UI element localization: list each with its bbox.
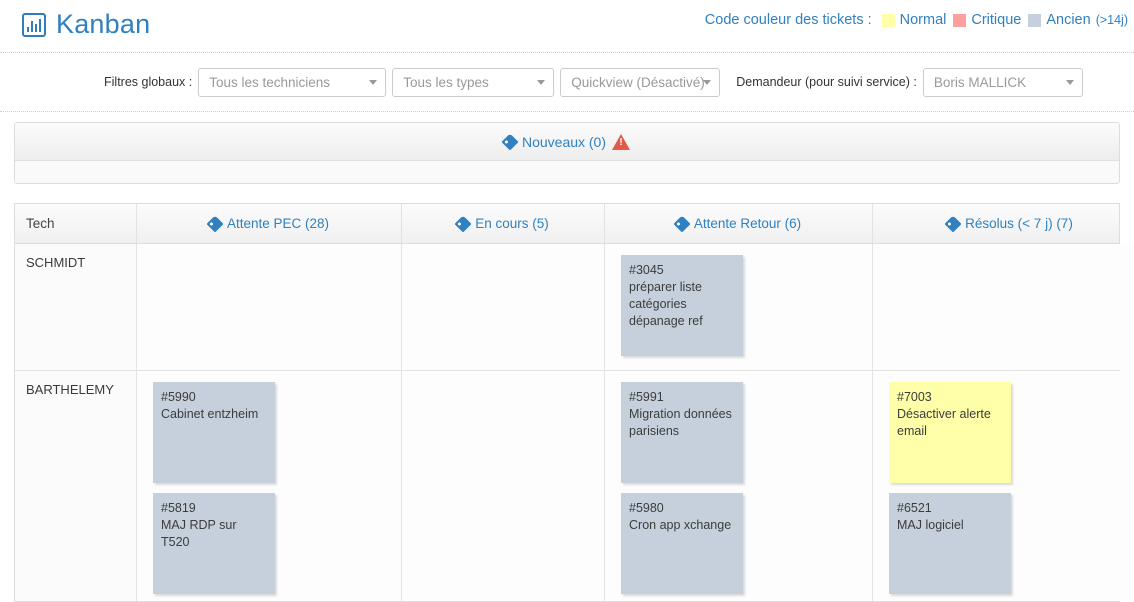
app-brand: Kanban — [22, 9, 150, 40]
technician-filter-select[interactable]: Tous les techniciens — [198, 67, 387, 97]
tech-name-cell: SCHMIDT — [15, 244, 137, 370]
cell-schmidt-attente-retour[interactable]: #3045 préparer liste catégories dépanage… — [605, 244, 873, 370]
type-filter-value: Tous les types — [403, 74, 489, 90]
ticket-card[interactable]: #5819 MAJ RDP sur T520 — [153, 493, 275, 594]
ticket-title: préparer liste catégories dépanage ref — [629, 280, 703, 328]
new-tickets-label: Nouveaux (0) — [521, 133, 607, 150]
cell-barthelemy-attente-retour[interactable]: #5991 Migration données parisiens #5980 … — [605, 371, 873, 601]
ticket-id: #5819 — [161, 501, 196, 515]
cell-barthelemy-attente-pec[interactable]: #5990 Cabinet entzheim #5819 MAJ RDP sur… — [137, 371, 402, 601]
tag-icon — [673, 215, 691, 232]
ticket-id: #5980 — [629, 501, 664, 515]
legend-text-ancien: Ancien — [1046, 12, 1091, 28]
chevron-down-icon — [537, 80, 546, 85]
legend-item-critique: Critique — [953, 12, 1021, 28]
type-filter-select[interactable]: Tous les types — [392, 67, 555, 97]
legend-item-normal: Normal — [881, 12, 947, 28]
ticket-card[interactable]: #7003 Désactiver alerte email — [889, 382, 1011, 483]
ticket-id: #3045 — [629, 263, 664, 277]
ticket-card[interactable]: #5990 Cabinet entzheim — [153, 382, 275, 483]
page-title: Kanban — [56, 9, 151, 39]
legend-text-critique: Critique — [971, 12, 1022, 28]
bar-chart-icon — [22, 12, 46, 37]
column-header-resolus-label: Résolus (< 7 j) (7) — [965, 216, 1073, 231]
column-header-tech-label: Tech — [26, 216, 55, 231]
cell-barthelemy-resolus[interactable]: #7003 Désactiver alerte email #6521 MAJ … — [873, 371, 1134, 601]
column-header-en-cours[interactable]: En cours (5) — [402, 204, 605, 243]
ticket-id: #7003 — [897, 390, 932, 404]
legend-swatch-critique — [953, 13, 967, 27]
column-header-attente-pec-label: Attente PEC (28) — [226, 216, 330, 231]
tag-icon — [501, 133, 519, 150]
cell-barthelemy-en-cours[interactable] — [402, 371, 605, 601]
ticket-title: Désactiver alerte email — [897, 407, 991, 438]
cell-schmidt-resolus[interactable] — [873, 244, 1134, 370]
chevron-down-icon — [1065, 80, 1074, 85]
column-header-attente-retour-label: Attente Retour (6) — [693, 216, 802, 231]
tag-icon — [206, 215, 224, 232]
column-header-attente-pec[interactable]: Attente PEC (28) — [137, 204, 402, 243]
requester-filter-select[interactable]: Boris MALLICK — [922, 67, 1083, 97]
legend-swatch-normal — [881, 13, 895, 27]
tag-icon — [454, 215, 472, 232]
ticket-card[interactable]: #6521 MAJ logiciel — [889, 493, 1011, 594]
tech-name: BARTHELEMY — [26, 382, 114, 397]
legend-item-ancien: Ancien (>14j) — [1028, 12, 1128, 28]
ticket-card[interactable]: #5991 Migration données parisiens — [621, 382, 743, 483]
warning-triangle-icon — [612, 133, 631, 150]
technician-filter-value: Tous les techniciens — [209, 74, 331, 90]
quickview-filter-select[interactable]: Quickview (Désactivé) — [560, 67, 721, 97]
requester-label: Demandeur (pour suivi service) : — [736, 75, 917, 89]
legend-swatch-ancien — [1028, 13, 1042, 27]
ticket-title: MAJ RDP sur T520 — [161, 518, 237, 549]
cell-schmidt-attente-pec[interactable] — [137, 244, 402, 370]
chevron-down-icon — [703, 80, 712, 85]
global-filters-bar: Filtres globaux : Tous les techniciens T… — [0, 53, 1134, 111]
column-header-attente-retour[interactable]: Attente Retour (6) — [605, 204, 873, 243]
table-row: BARTHELEMY #5990 Cabinet entzheim #5819 … — [15, 371, 1134, 601]
ticket-title: MAJ logiciel — [897, 518, 964, 532]
legend-text-ancien-suffix: (>14j) — [1095, 13, 1128, 27]
chevron-down-icon — [369, 80, 378, 85]
new-tickets-header[interactable]: Nouveaux (0) — [15, 123, 1119, 161]
divider-bottom — [0, 111, 1134, 112]
kanban-board: Tech Attente PEC (28) En cours (5) Atten… — [14, 203, 1134, 602]
app-header: Kanban Code couleur des tickets : Normal… — [0, 0, 1134, 52]
new-tickets-dropzone[interactable] — [15, 161, 1119, 183]
tech-name: SCHMIDT — [26, 255, 86, 270]
board-header-row: Tech Attente PEC (28) En cours (5) Atten… — [15, 204, 1119, 244]
legend-text-normal: Normal — [899, 12, 947, 28]
table-row: SCHMIDT #3045 préparer liste catégories … — [15, 244, 1134, 371]
cell-schmidt-en-cours[interactable] — [402, 244, 605, 370]
column-header-resolus[interactable]: Résolus (< 7 j) (7) — [873, 204, 1134, 243]
ticket-card[interactable]: #3045 préparer liste catégories dépanage… — [621, 255, 743, 356]
ticket-id: #6521 — [897, 501, 932, 515]
ticket-color-legend: Code couleur des tickets : Normal Critiq… — [705, 12, 1128, 28]
ticket-id: #5990 — [161, 390, 196, 404]
column-header-en-cours-label: En cours (5) — [475, 216, 549, 231]
quickview-filter-value: Quickview (Désactivé) — [571, 74, 705, 90]
column-header-tech: Tech — [15, 204, 137, 243]
filters-label: Filtres globaux : — [104, 75, 193, 89]
new-tickets-section: Nouveaux (0) — [14, 122, 1120, 184]
legend-label: Code couleur des tickets : — [704, 12, 872, 28]
tech-name-cell: BARTHELEMY — [15, 371, 137, 601]
ticket-title: Migration données parisiens — [629, 407, 732, 438]
ticket-title: Cabinet entzheim — [161, 407, 259, 421]
ticket-card[interactable]: #5980 Cron app xchange — [621, 493, 743, 594]
ticket-id: #5991 — [629, 390, 664, 404]
ticket-title: Cron app xchange — [629, 518, 732, 532]
tag-icon — [944, 215, 962, 232]
requester-filter-value: Boris MALLICK — [933, 74, 1027, 90]
